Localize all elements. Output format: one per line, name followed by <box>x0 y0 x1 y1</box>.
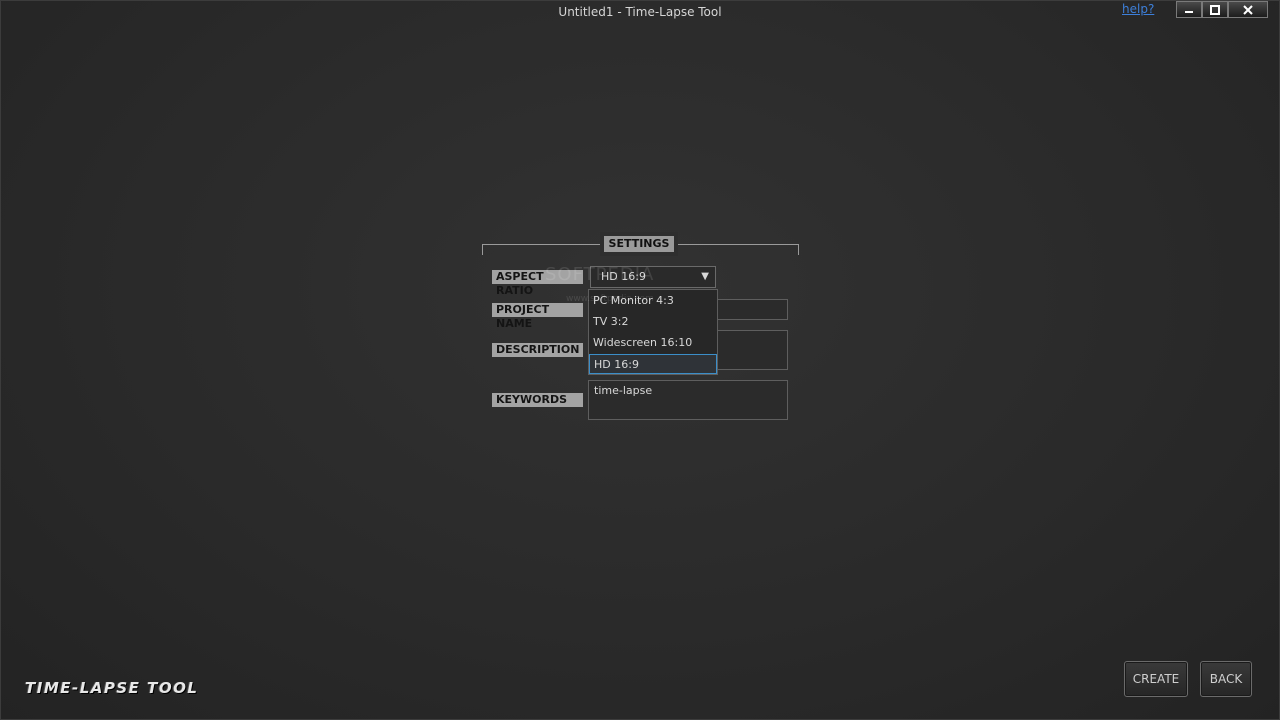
aspect-ratio-selected-value: HD 16:9 <box>601 270 646 283</box>
window-title: Untitled1 - Time-Lapse Tool <box>558 5 722 19</box>
back-button[interactable]: BACK <box>1200 661 1252 697</box>
aspect-ratio-dropdown-list: PC Monitor 4:3 TV 3:2 Widescreen 16:10 H… <box>588 289 718 375</box>
help-link[interactable]: help? <box>1122 2 1154 16</box>
window-controls <box>1176 1 1268 18</box>
minimize-button[interactable] <box>1176 1 1202 18</box>
close-icon <box>1243 4 1253 15</box>
description-label: DESCRIPTION <box>492 343 583 357</box>
settings-group-label: SETTINGS <box>604 236 674 252</box>
create-button[interactable]: CREATE <box>1124 661 1188 697</box>
aspect-ratio-label: ASPECT RATIO <box>492 270 583 297</box>
aspect-ratio-select[interactable]: HD 16:9 ▼ <box>590 266 716 288</box>
keywords-label: KEYWORDS <box>492 393 583 407</box>
option-pc-monitor[interactable]: PC Monitor 4:3 <box>589 291 717 311</box>
option-tv[interactable]: TV 3:2 <box>589 312 717 332</box>
option-hd[interactable]: HD 16:9 <box>589 354 717 374</box>
app-logo: TIME-LAPSE TOOL <box>25 679 199 697</box>
maximize-icon <box>1210 4 1220 15</box>
dropdown-arrow-icon: ▼ <box>701 271 709 282</box>
option-widescreen[interactable]: Widescreen 16:10 <box>589 333 717 353</box>
close-button[interactable] <box>1228 1 1268 18</box>
project-name-label: PROJECT NAME <box>492 303 583 330</box>
maximize-button[interactable] <box>1202 1 1228 18</box>
minimize-icon <box>1185 10 1193 13</box>
keywords-input[interactable]: time-lapse <box>588 380 788 420</box>
